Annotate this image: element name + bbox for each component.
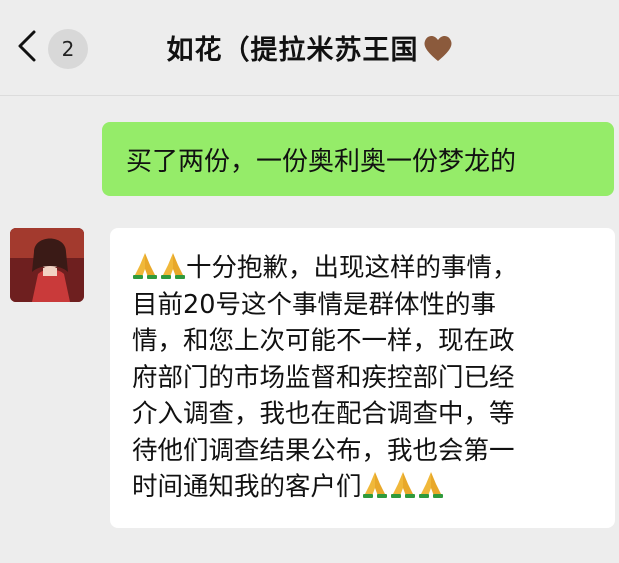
message-line: 待他们调查结果公布，我也会第一 (132, 435, 515, 466)
outgoing-message-bubble[interactable]: 买了两份，一份奥利奥一份梦龙的 (102, 122, 614, 196)
chat-title-text: 如花（提拉米苏王国 (166, 35, 419, 66)
folded-hands-icon (390, 472, 415, 498)
sender-avatar[interactable] (10, 228, 84, 302)
header-divider (0, 95, 619, 96)
folded-hands-icon (161, 253, 185, 279)
outgoing-message-text: 买了两份，一份奥利奥一份梦龙的 (126, 146, 517, 177)
folded-hands-icon (418, 472, 443, 498)
message-line: 时间通知我的客户们 (132, 469, 595, 506)
message-line: 目前20号这个事情是群体性的事 (132, 289, 496, 320)
message-line: 十分抱歉，出现这样的事情， (132, 250, 595, 287)
message-line: 情，和您上次可能不一样，现在政 (132, 326, 515, 356)
brown-heart-icon (424, 35, 451, 61)
avatar-image (10, 228, 84, 302)
message-text: 时间通知我的客户们 (132, 472, 362, 502)
chat-title: 如花（提拉米苏王国 (0, 28, 619, 67)
folded-hands-icon (133, 253, 157, 279)
message-text: 十分抱歉，出现这样的事情， (186, 253, 518, 283)
chat-header: 2 如花（提拉米苏王国 (0, 0, 619, 96)
incoming-message-bubble[interactable]: 十分抱歉，出现这样的事情， 目前20号这个事情是群体性的事 情，和您上次可能不一… (110, 228, 615, 528)
message-line: 府部门的市场监督和疾控部门已经 (132, 362, 515, 393)
message-line: 介入调查，我也在配合调查中，等 (132, 399, 515, 429)
folded-hands-icon (362, 472, 387, 498)
